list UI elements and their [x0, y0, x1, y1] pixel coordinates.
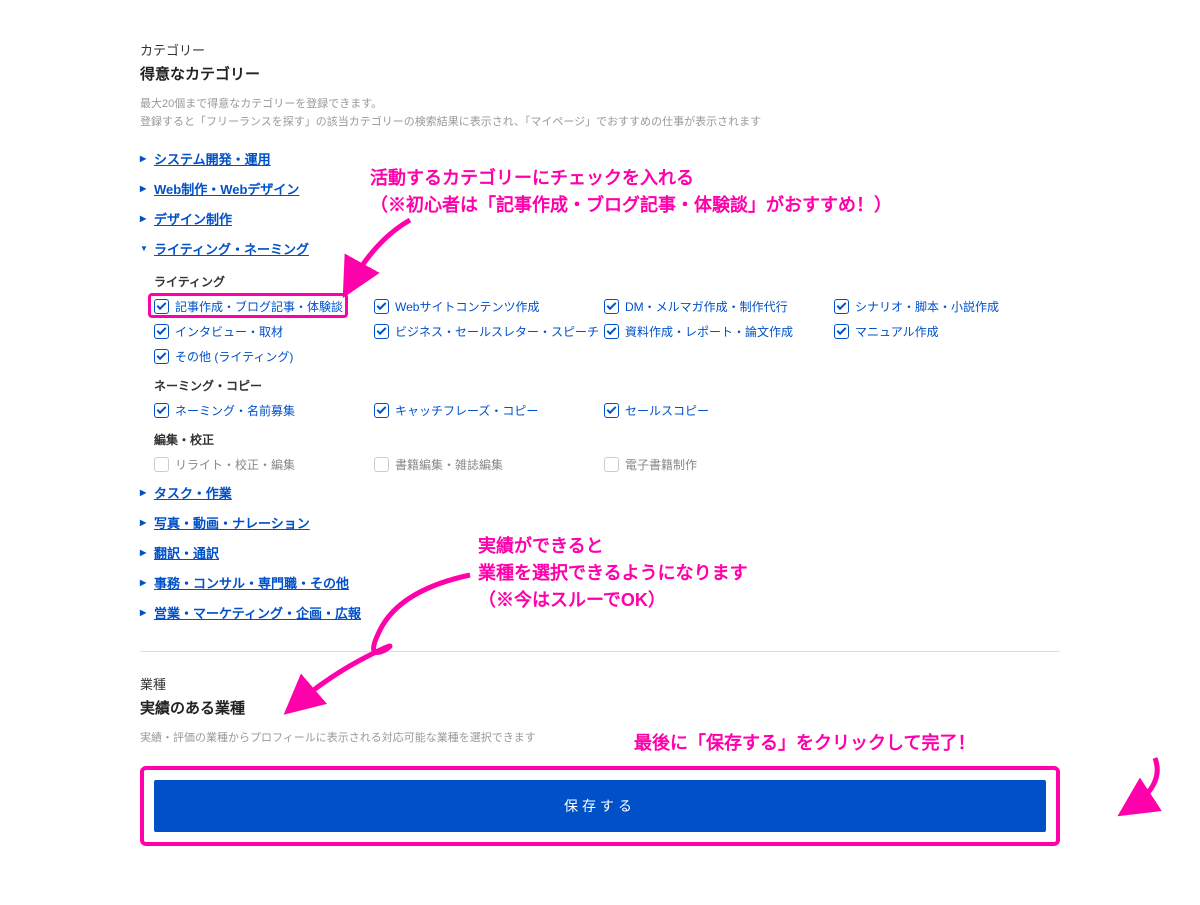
checkbox-icon	[154, 299, 169, 314]
check-ebook[interactable]: 電子書籍制作	[604, 456, 834, 473]
category-system-dev[interactable]: システム開発・運用	[140, 152, 271, 167]
category-list: システム開発・運用 Web制作・Webデザイン デザイン制作 ライティング・ネー…	[140, 149, 1060, 623]
writing-subblock: ライティング 記事作成・ブログ記事・体験談 Webサイトコンテンツ作成 DM・メ…	[154, 273, 1060, 473]
check-label: リライト・校正・編集	[175, 456, 295, 473]
category-task[interactable]: タスク・作業	[140, 486, 232, 501]
industry-desc: 実績・評価の業種からプロフィールに表示される対応可能な業種を選択できます	[140, 730, 1060, 748]
check-label: 記事作成・ブログ記事・体験談	[175, 298, 343, 315]
section-title: 得意なカテゴリー	[140, 63, 1060, 84]
save-button[interactable]: 保存する	[154, 780, 1046, 832]
check-sales-copy[interactable]: セールスコピー	[604, 402, 834, 419]
check-label: インタビュー・取材	[175, 323, 283, 340]
category-web[interactable]: Web制作・Webデザイン	[140, 182, 299, 197]
check-rewrite[interactable]: リライト・校正・編集	[154, 456, 374, 473]
check-business-letter[interactable]: ビジネス・セールスレター・スピーチ	[374, 323, 604, 340]
check-label: キャッチフレーズ・コピー	[395, 402, 538, 419]
check-label: ビジネス・セールスレター・スピーチ	[395, 323, 599, 340]
subheading-naming: ネーミング・コピー	[154, 377, 1060, 394]
check-label: 資料作成・レポート・論文作成	[625, 323, 793, 340]
check-catchphrase[interactable]: キャッチフレーズ・コピー	[374, 402, 604, 419]
save-button-highlight: 保存する	[140, 766, 1060, 846]
check-scenario[interactable]: シナリオ・脚本・小説作成	[834, 298, 1054, 315]
subheading-writing: ライティング	[154, 273, 1060, 290]
category-writing-naming[interactable]: ライティング・ネーミング	[140, 242, 309, 257]
industry-title: 実績のある業種	[140, 697, 1060, 718]
check-label: Webサイトコンテンツ作成	[395, 298, 539, 315]
check-label: セールスコピー	[625, 402, 709, 419]
check-manual[interactable]: マニュアル作成	[834, 323, 1054, 340]
check-interview[interactable]: インタビュー・取材	[154, 323, 374, 340]
category-photo-video[interactable]: 写真・動画・ナレーション	[140, 516, 310, 531]
category-sales-marketing[interactable]: 営業・マーケティング・企画・広報	[140, 606, 361, 621]
desc-line-1: 最大20個まで得意なカテゴリーを登録できます。	[140, 98, 382, 110]
section-label: カテゴリー	[140, 40, 1060, 59]
desc-line-2: 登録すると「フリーランスを探す」の該当カテゴリーの検索結果に表示され、「マイペー…	[140, 116, 761, 128]
subheading-editing: 編集・校正	[154, 431, 1060, 448]
check-label: 書籍編集・雑誌編集	[395, 456, 503, 473]
industry-label: 業種	[140, 674, 1060, 693]
check-label: その他 (ライティング)	[175, 348, 293, 365]
check-label: DM・メルマガ作成・制作代行	[625, 298, 788, 315]
check-book-edit[interactable]: 書籍編集・雑誌編集	[374, 456, 604, 473]
category-design[interactable]: デザイン制作	[140, 212, 232, 227]
check-label: ネーミング・名前募集	[175, 402, 295, 419]
divider	[140, 651, 1060, 652]
category-office[interactable]: 事務・コンサル・専門職・その他	[140, 576, 349, 591]
check-label: マニュアル作成	[855, 323, 939, 340]
check-web-content[interactable]: Webサイトコンテンツ作成	[374, 298, 604, 315]
check-dm-mail[interactable]: DM・メルマガ作成・制作代行	[604, 298, 834, 315]
check-label: 電子書籍制作	[625, 456, 697, 473]
check-label: シナリオ・脚本・小説作成	[855, 298, 999, 315]
check-other-writing[interactable]: その他 (ライティング)	[154, 348, 374, 365]
category-translation[interactable]: 翻訳・通訳	[140, 546, 219, 561]
check-naming[interactable]: ネーミング・名前募集	[154, 402, 374, 419]
check-report[interactable]: 資料作成・レポート・論文作成	[604, 323, 834, 340]
check-article-blog[interactable]: 記事作成・ブログ記事・体験談	[154, 298, 374, 315]
section-description: 最大20個まで得意なカテゴリーを登録できます。 登録すると「フリーランスを探す」…	[140, 96, 1060, 131]
